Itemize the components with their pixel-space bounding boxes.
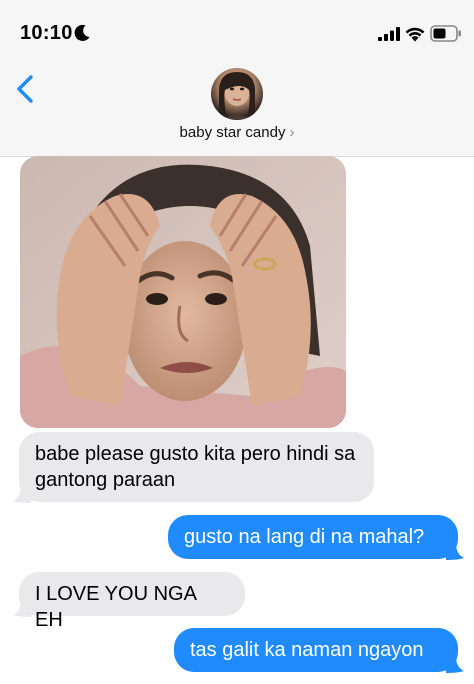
conversation-header: 10:10 baby star candy › <box>0 0 474 157</box>
avatar[interactable] <box>211 68 263 120</box>
outgoing-message[interactable]: gusto na lang di na mahal? <box>168 515 458 559</box>
photo-attachment <box>20 156 346 428</box>
contact-name-row[interactable]: baby star candy › <box>0 124 474 141</box>
message-text: gusto na lang di na mahal? <box>184 526 425 548</box>
contact-name[interactable]: baby star candy <box>180 124 286 141</box>
cellular-signal-icon <box>378 27 400 41</box>
battery-icon <box>430 25 461 42</box>
bubble-tail <box>13 487 31 503</box>
bubble-tail <box>446 657 464 673</box>
bubble-tail <box>13 601 31 617</box>
avatar-photo <box>219 72 255 120</box>
wifi-icon <box>405 27 425 42</box>
incoming-message[interactable]: babe please gusto kita pero hindi sa gan… <box>19 432 374 502</box>
moon-icon <box>74 24 90 41</box>
incoming-message[interactable]: I LOVE YOU NGA EH <box>19 572 245 631</box>
message-text: I LOVE YOU NGA EH <box>35 583 196 631</box>
chevron-right-icon[interactable]: › <box>289 124 294 141</box>
image-message[interactable] <box>20 156 346 428</box>
status-bar: 10:10 <box>0 0 474 60</box>
outgoing-message[interactable]: tas galit ka naman ngayon <box>174 628 458 672</box>
status-time: 10:10 <box>20 22 73 44</box>
chevron-left-icon[interactable] <box>14 74 36 104</box>
message-text: babe please gusto kita pero hindi sa gan… <box>35 443 356 491</box>
message-text: tas galit ka naman ngayon <box>190 639 424 661</box>
bubble-tail <box>446 544 464 560</box>
